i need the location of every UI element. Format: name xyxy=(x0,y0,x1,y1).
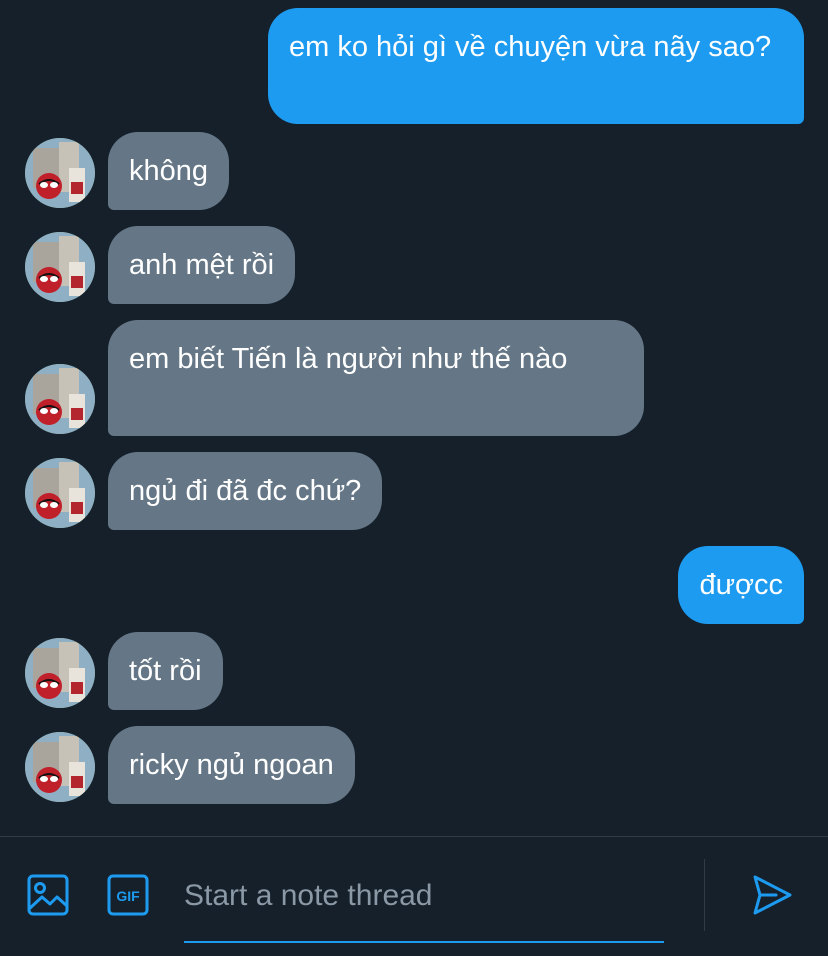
avatar[interactable] xyxy=(25,732,95,802)
send-icon xyxy=(753,875,792,915)
incoming-message-bubble[interactable]: tốt rồi xyxy=(108,632,223,710)
avatar-image xyxy=(25,138,95,208)
outgoing-message-bubble[interactable]: em ko hỏi gì về chuyện vừa nãy sao? xyxy=(268,8,804,124)
incoming-message-bubble[interactable]: em biết Tiến là người như thế nào xyxy=(108,320,644,436)
incoming-message-bubble[interactable]: không xyxy=(108,132,230,210)
image-icon xyxy=(27,874,69,916)
outgoing-message-bubble[interactable]: đượcc xyxy=(678,546,804,624)
avatar-image xyxy=(25,638,95,708)
send-button[interactable] xyxy=(750,873,794,917)
avatar-image xyxy=(25,732,95,802)
incoming-message-bubble[interactable]: ngủ đi đã đc chứ? xyxy=(108,452,383,530)
add-image-button[interactable] xyxy=(26,873,70,917)
add-gif-button[interactable]: GIF xyxy=(106,873,150,917)
avatar[interactable] xyxy=(25,138,95,208)
composer-separator xyxy=(704,859,705,931)
gif-icon-label: GIF xyxy=(116,888,140,904)
gif-icon: GIF xyxy=(107,874,149,916)
avatar[interactable] xyxy=(25,638,95,708)
avatar-image xyxy=(25,232,95,302)
avatar-image xyxy=(25,458,95,528)
note-composer: GIF xyxy=(0,837,828,956)
note-thread-input[interactable] xyxy=(184,873,664,919)
incoming-message-bubble[interactable]: anh mệt rồi xyxy=(108,226,296,304)
avatar-image xyxy=(25,364,95,434)
message-thread: em ko hỏi gì về chuyện vừa nãy sao? khôn… xyxy=(0,0,828,836)
incoming-message-bubble[interactable]: ricky ngủ ngoan xyxy=(108,726,355,804)
input-focus-underline xyxy=(184,941,664,943)
avatar[interactable] xyxy=(25,364,95,434)
avatar[interactable] xyxy=(25,458,95,528)
avatar[interactable] xyxy=(25,232,95,302)
